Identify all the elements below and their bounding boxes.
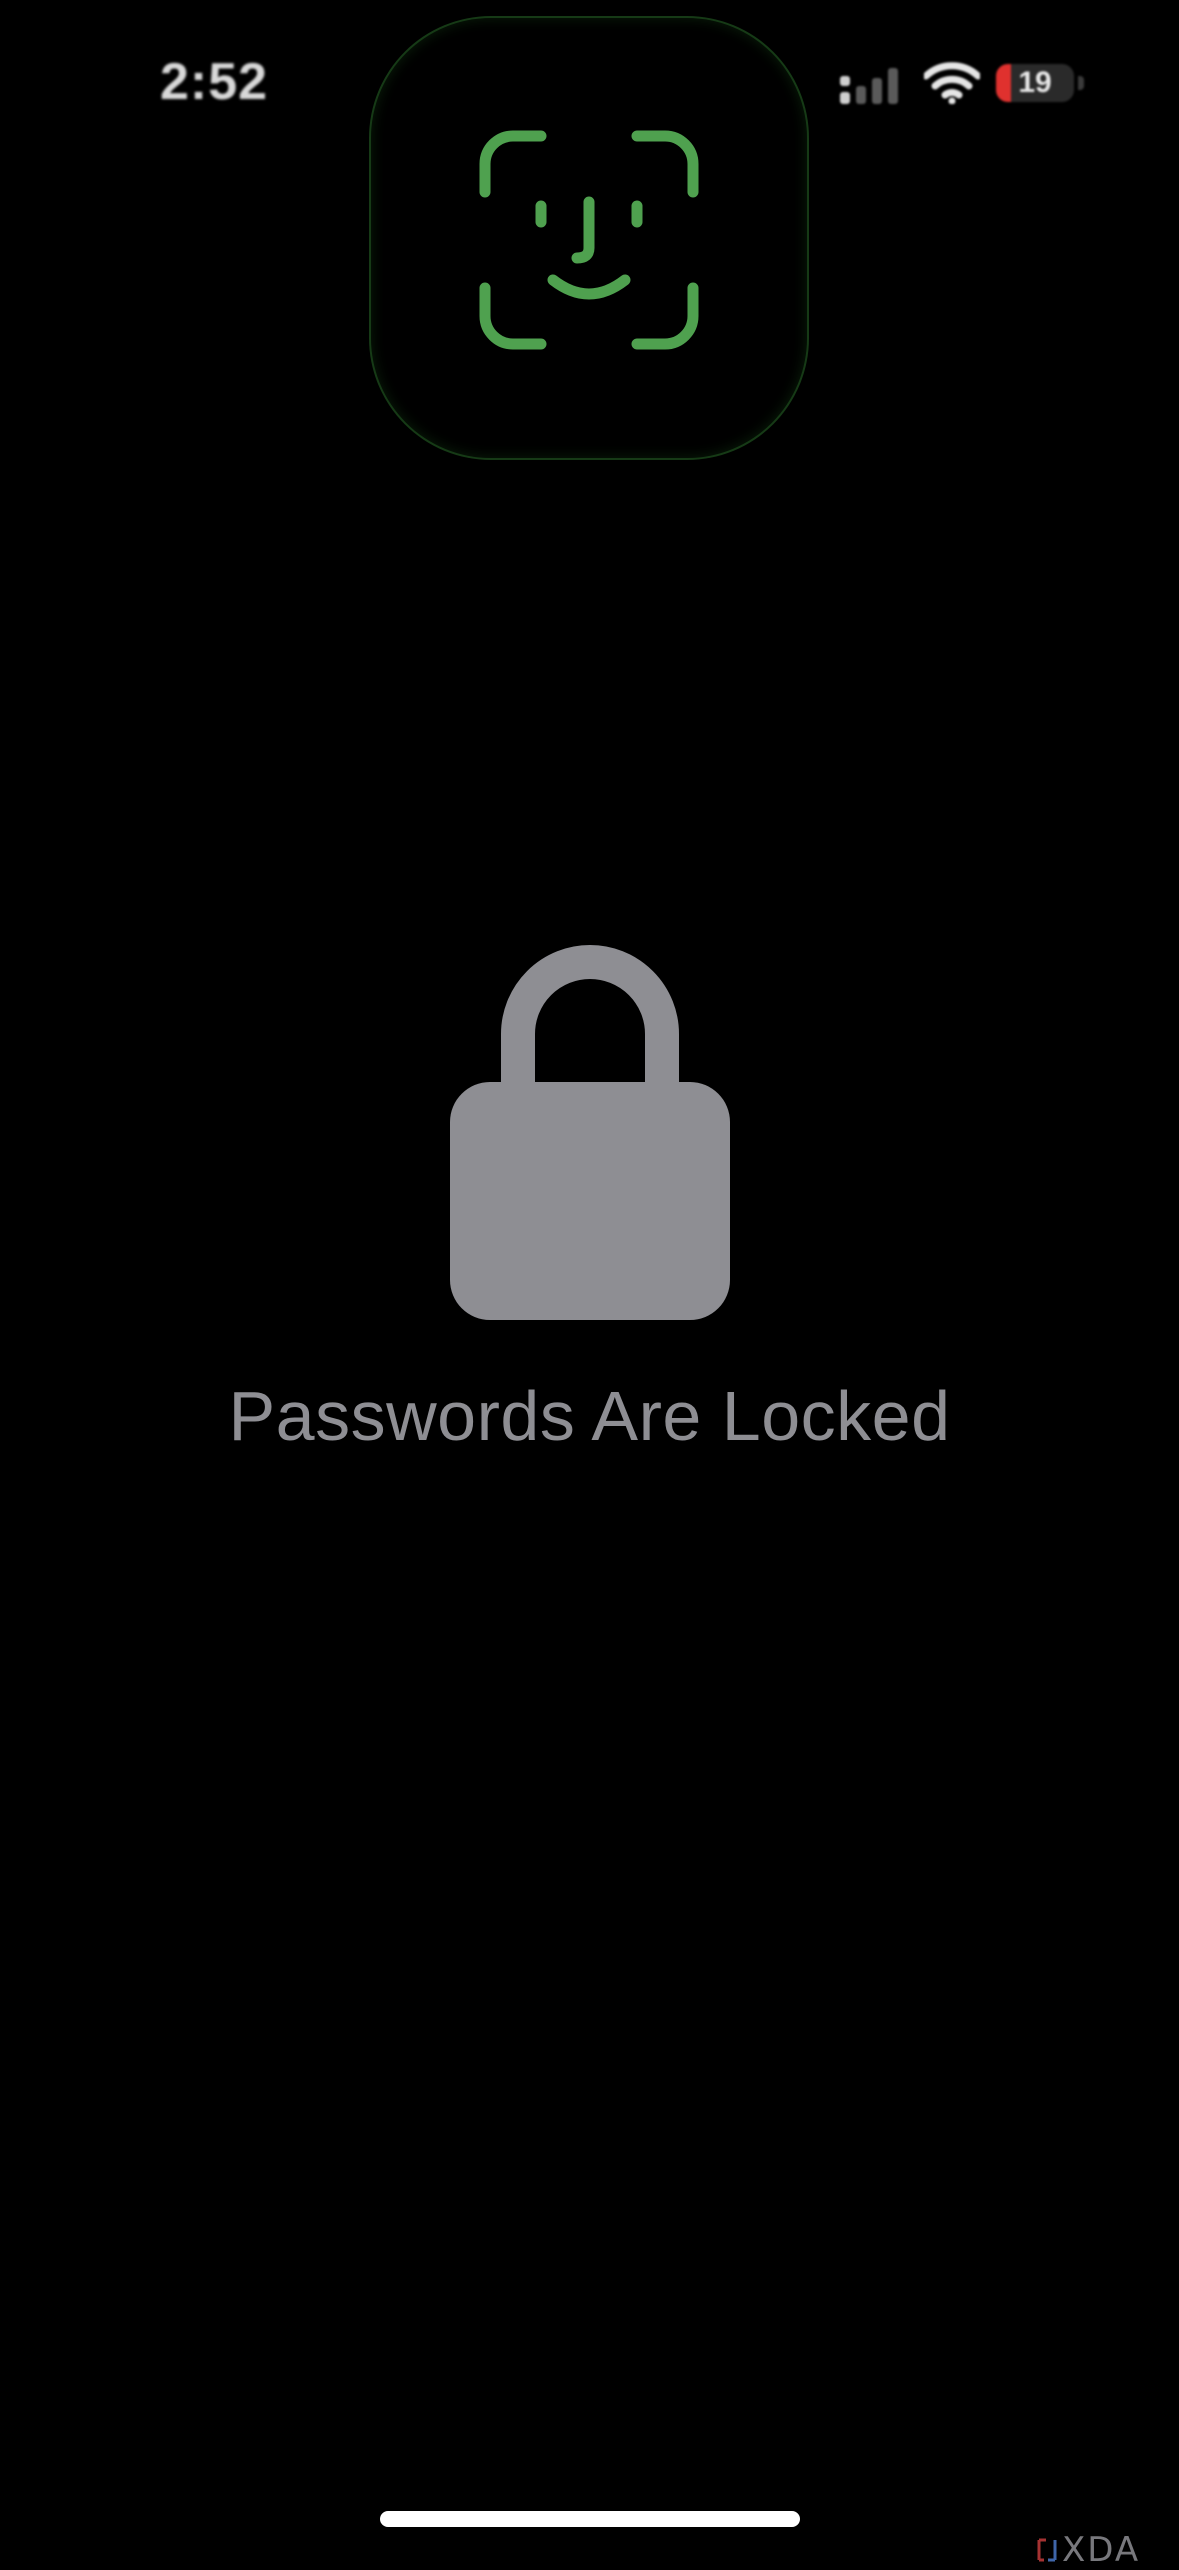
xda-watermark: XDA (1036, 2530, 1140, 2570)
battery-cap (1078, 76, 1084, 90)
home-indicator[interactable] (380, 2511, 800, 2527)
status-icons: 19 (840, 60, 1084, 114)
wifi-icon (924, 62, 980, 104)
battery-level: 19 (1018, 66, 1052, 99)
face-id-hud (371, 18, 807, 458)
face-id-icon (479, 130, 699, 350)
xda-logo-icon (1037, 2538, 1057, 2562)
lock-icon (450, 945, 730, 1320)
cellular-signal-icon (840, 68, 898, 104)
xda-watermark-text: XDA (1062, 2530, 1141, 2570)
passwords-locked-title: Passwords Are Locked (228, 1377, 951, 1455)
status-time: 2:52 (160, 53, 269, 111)
battery-icon: 19 (996, 64, 1074, 102)
